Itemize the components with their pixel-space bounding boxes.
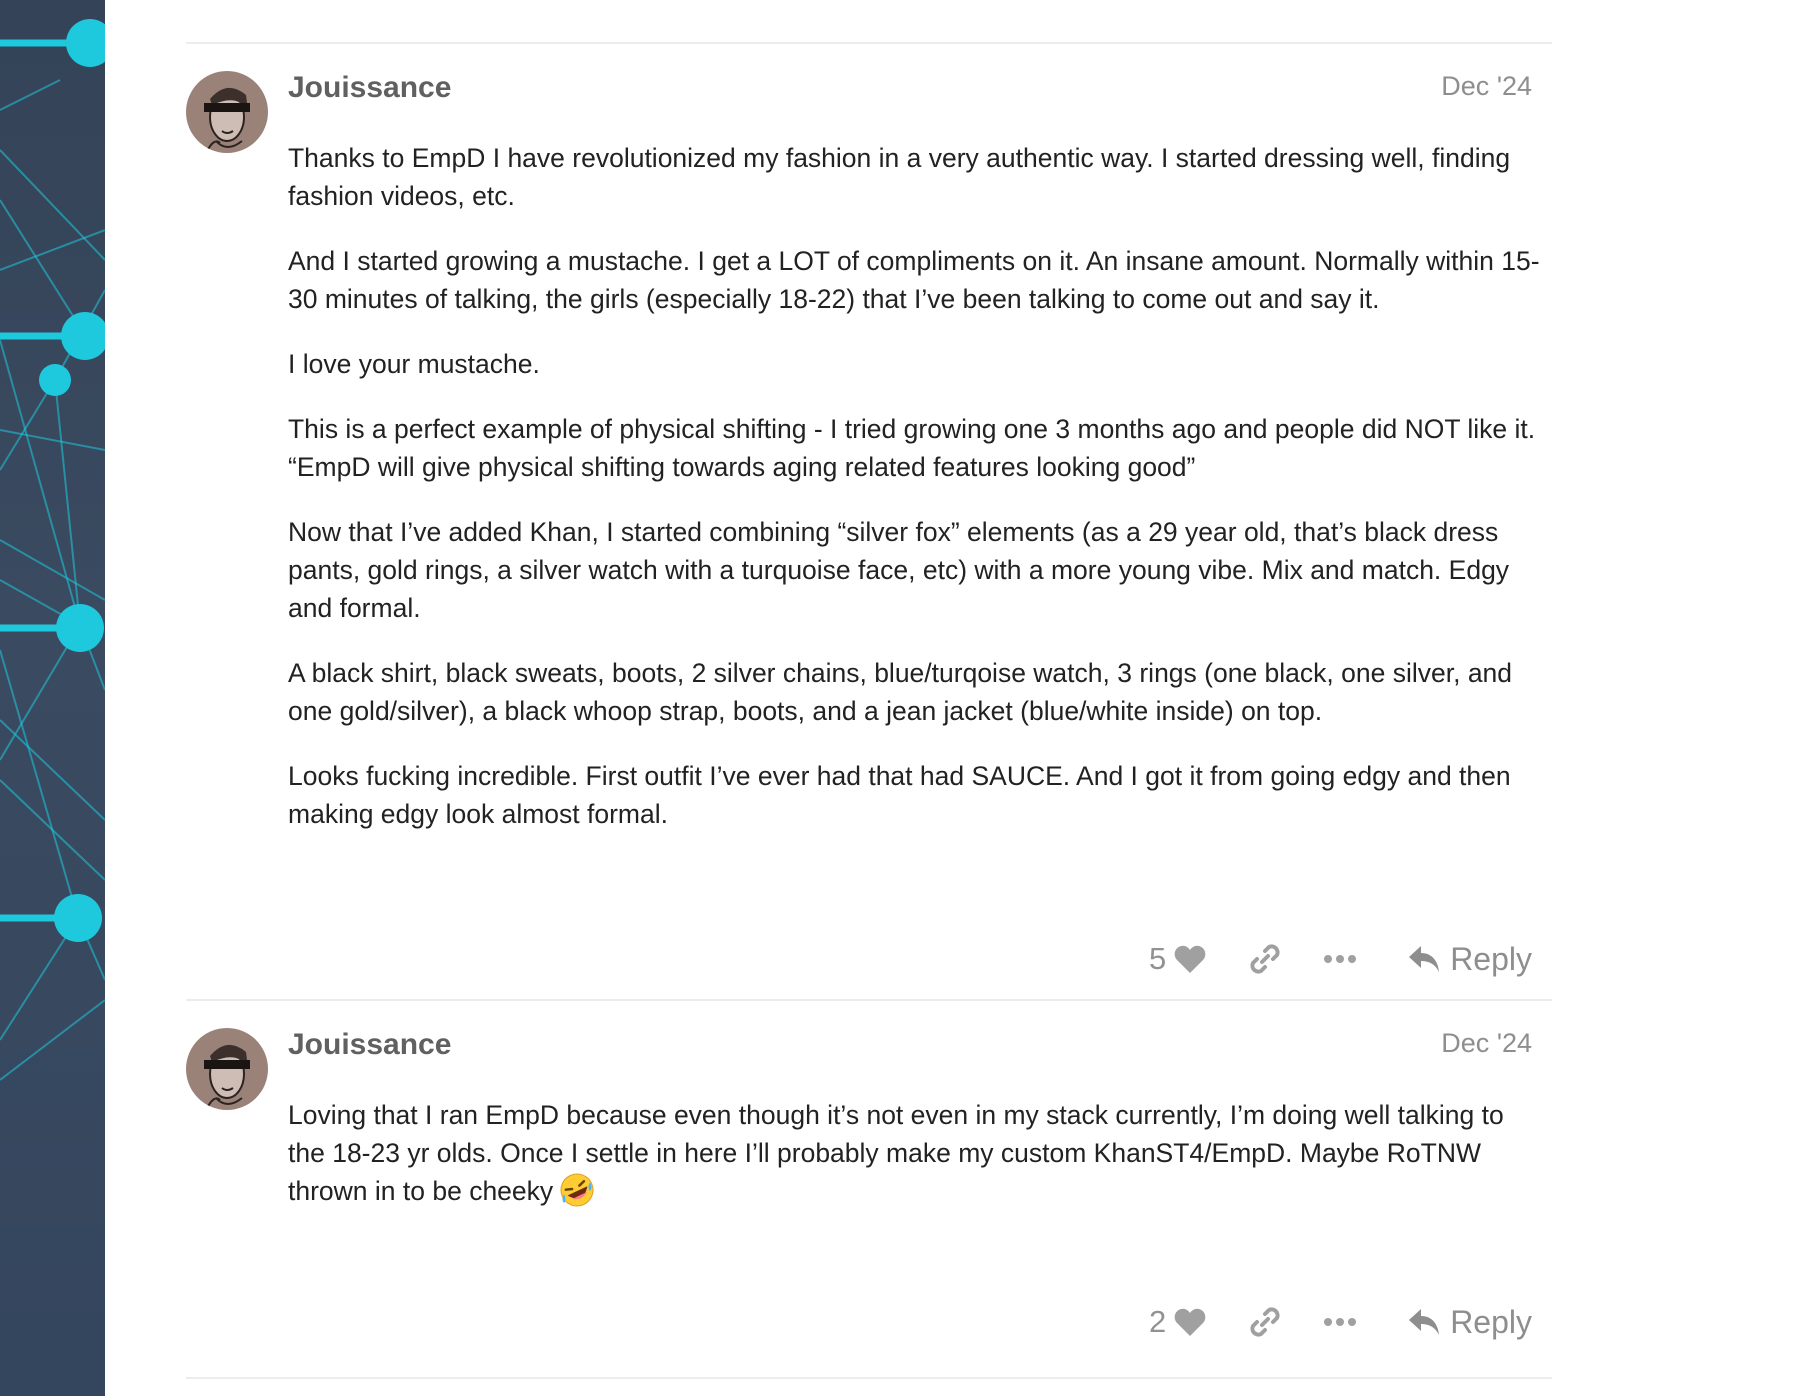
post-body: Thanks to EmpD I have revolutionized my … [288,139,1543,860]
post-header: Jouissance Dec '24 [288,1026,1532,1066]
ellipsis-icon[interactable] [1324,1317,1357,1327]
post-date[interactable]: Dec '24 [1441,71,1532,102]
post-paragraph: I love your mustache. [288,349,540,379]
post-controls: 2 Reply [1149,1297,1532,1347]
reply-label[interactable]: Reply [1450,1304,1532,1341]
post-header: Jouissance Dec '24 [288,69,1532,109]
rolling-on-floor-laughing-emoji-icon [559,1172,595,1208]
post-paragraph: Looks fucking incredible. First outfit I… [288,761,1511,829]
network-graph-decoration [0,19,105,1081]
post-paragraph: Thanks to EmpD I have revolutionized my … [288,143,1511,211]
post-controls: 5 Reply [1149,934,1532,984]
username[interactable]: Jouissance [288,1028,451,1062]
ellipsis-icon[interactable] [1324,954,1357,964]
like-count[interactable]: 5 [1149,941,1166,977]
reply-arrow-icon [1408,1307,1440,1337]
post-date[interactable]: Dec '24 [1441,1028,1532,1059]
sketch-face-avatar-icon [186,1028,268,1110]
post-paragraph: A black shirt, black sweats, boots, 2 si… [288,658,1513,726]
link-icon[interactable] [1248,1305,1282,1339]
post-body: Loving that I ran EmpD because even thou… [288,1096,1543,1237]
link-icon[interactable] [1248,942,1282,976]
like-count[interactable]: 2 [1149,1304,1166,1340]
post-paragraph: And I started growing a mustache. I get … [288,246,1540,314]
post-paragraph-text: Loving that I ran EmpD because even thou… [288,1100,1504,1206]
post: Jouissance Dec '24 Thanks to EmpD I have… [186,42,1552,999]
avatar[interactable] [186,1028,268,1110]
post: Jouissance Dec '24 Loving that I ran Emp… [186,999,1552,1379]
post-paragraph: Now that I’ve added Khan, I started comb… [288,517,1510,623]
username[interactable]: Jouissance [288,71,451,105]
post-paragraph: Loving that I ran EmpD because even thou… [288,1096,1543,1210]
reply-button[interactable]: Reply [1408,941,1532,978]
avatar[interactable] [186,71,268,153]
background-network-art [0,0,105,1396]
post-paragraph: This is a perfect example of physical sh… [288,414,1536,482]
topic-post-stream: Jouissance Dec '24 Thanks to EmpD I have… [186,42,1552,1379]
sketch-face-avatar-icon [186,71,268,153]
heart-icon[interactable] [1174,1307,1206,1337]
reply-button[interactable]: Reply [1408,1304,1532,1341]
reply-arrow-icon [1408,944,1440,974]
like-button[interactable]: 2 [1149,1304,1206,1340]
heart-icon[interactable] [1174,944,1206,974]
reply-label[interactable]: Reply [1450,941,1532,978]
like-button[interactable]: 5 [1149,941,1206,977]
